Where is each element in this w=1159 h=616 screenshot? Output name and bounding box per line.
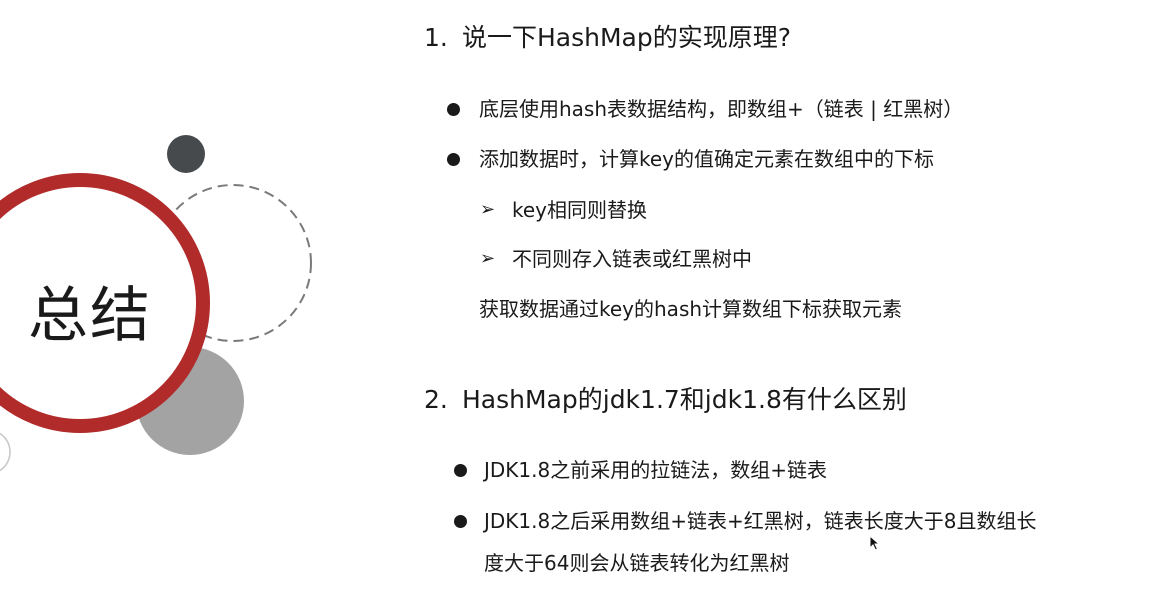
arrowhead-right-icon: ➢ (480, 199, 496, 220)
arrowhead-right-icon: ➢ (480, 248, 496, 269)
section2-heading: 2. HashMap的jdk1.7和jdk1.8有什么区别 (424, 384, 907, 416)
slide-content: 1. 说一下HashMap的实现原理? 底层使用hash表数据结构，即数组+（链表… (0, 0, 1159, 616)
section1-sub2: 不同则存入链表或红黑树中 (512, 247, 752, 271)
section2-bullet2-line1: JDK1.8之后采用数组+链表+红黑树，链表长度大于8且数组长 (484, 509, 1037, 533)
mouse-pointer-icon (869, 535, 881, 551)
section1-bullet1: 底层使用hash表数据结构，即数组+（链表 | 红黑树） (479, 97, 964, 121)
section2-bullet2-line2: 度大于64则会从链表转化为红黑树 (484, 551, 790, 575)
section2-heading-text: HashMap的jdk1.7和jdk1.8有什么区别 (462, 385, 907, 414)
section1-number: 1. (424, 23, 448, 52)
section1-heading: 1. 说一下HashMap的实现原理? (424, 22, 791, 54)
section2-bullet1: JDK1.8之前采用的拉链法，数组+链表 (484, 458, 827, 482)
section1-heading-text: 说一下HashMap的实现原理? (462, 23, 792, 52)
section1-note: 获取数据通过key的hash计算数组下标获取元素 (479, 297, 903, 321)
bullet-icon (454, 464, 467, 477)
section2-number: 2. (424, 385, 448, 414)
section1-sub1: key相同则替换 (512, 198, 648, 222)
bullet-icon (454, 515, 467, 528)
bullet-icon (447, 103, 460, 116)
section1-bullet2: 添加数据时，计算key的值确定元素在数组中的下标 (479, 147, 935, 171)
bullet-icon (447, 153, 460, 166)
